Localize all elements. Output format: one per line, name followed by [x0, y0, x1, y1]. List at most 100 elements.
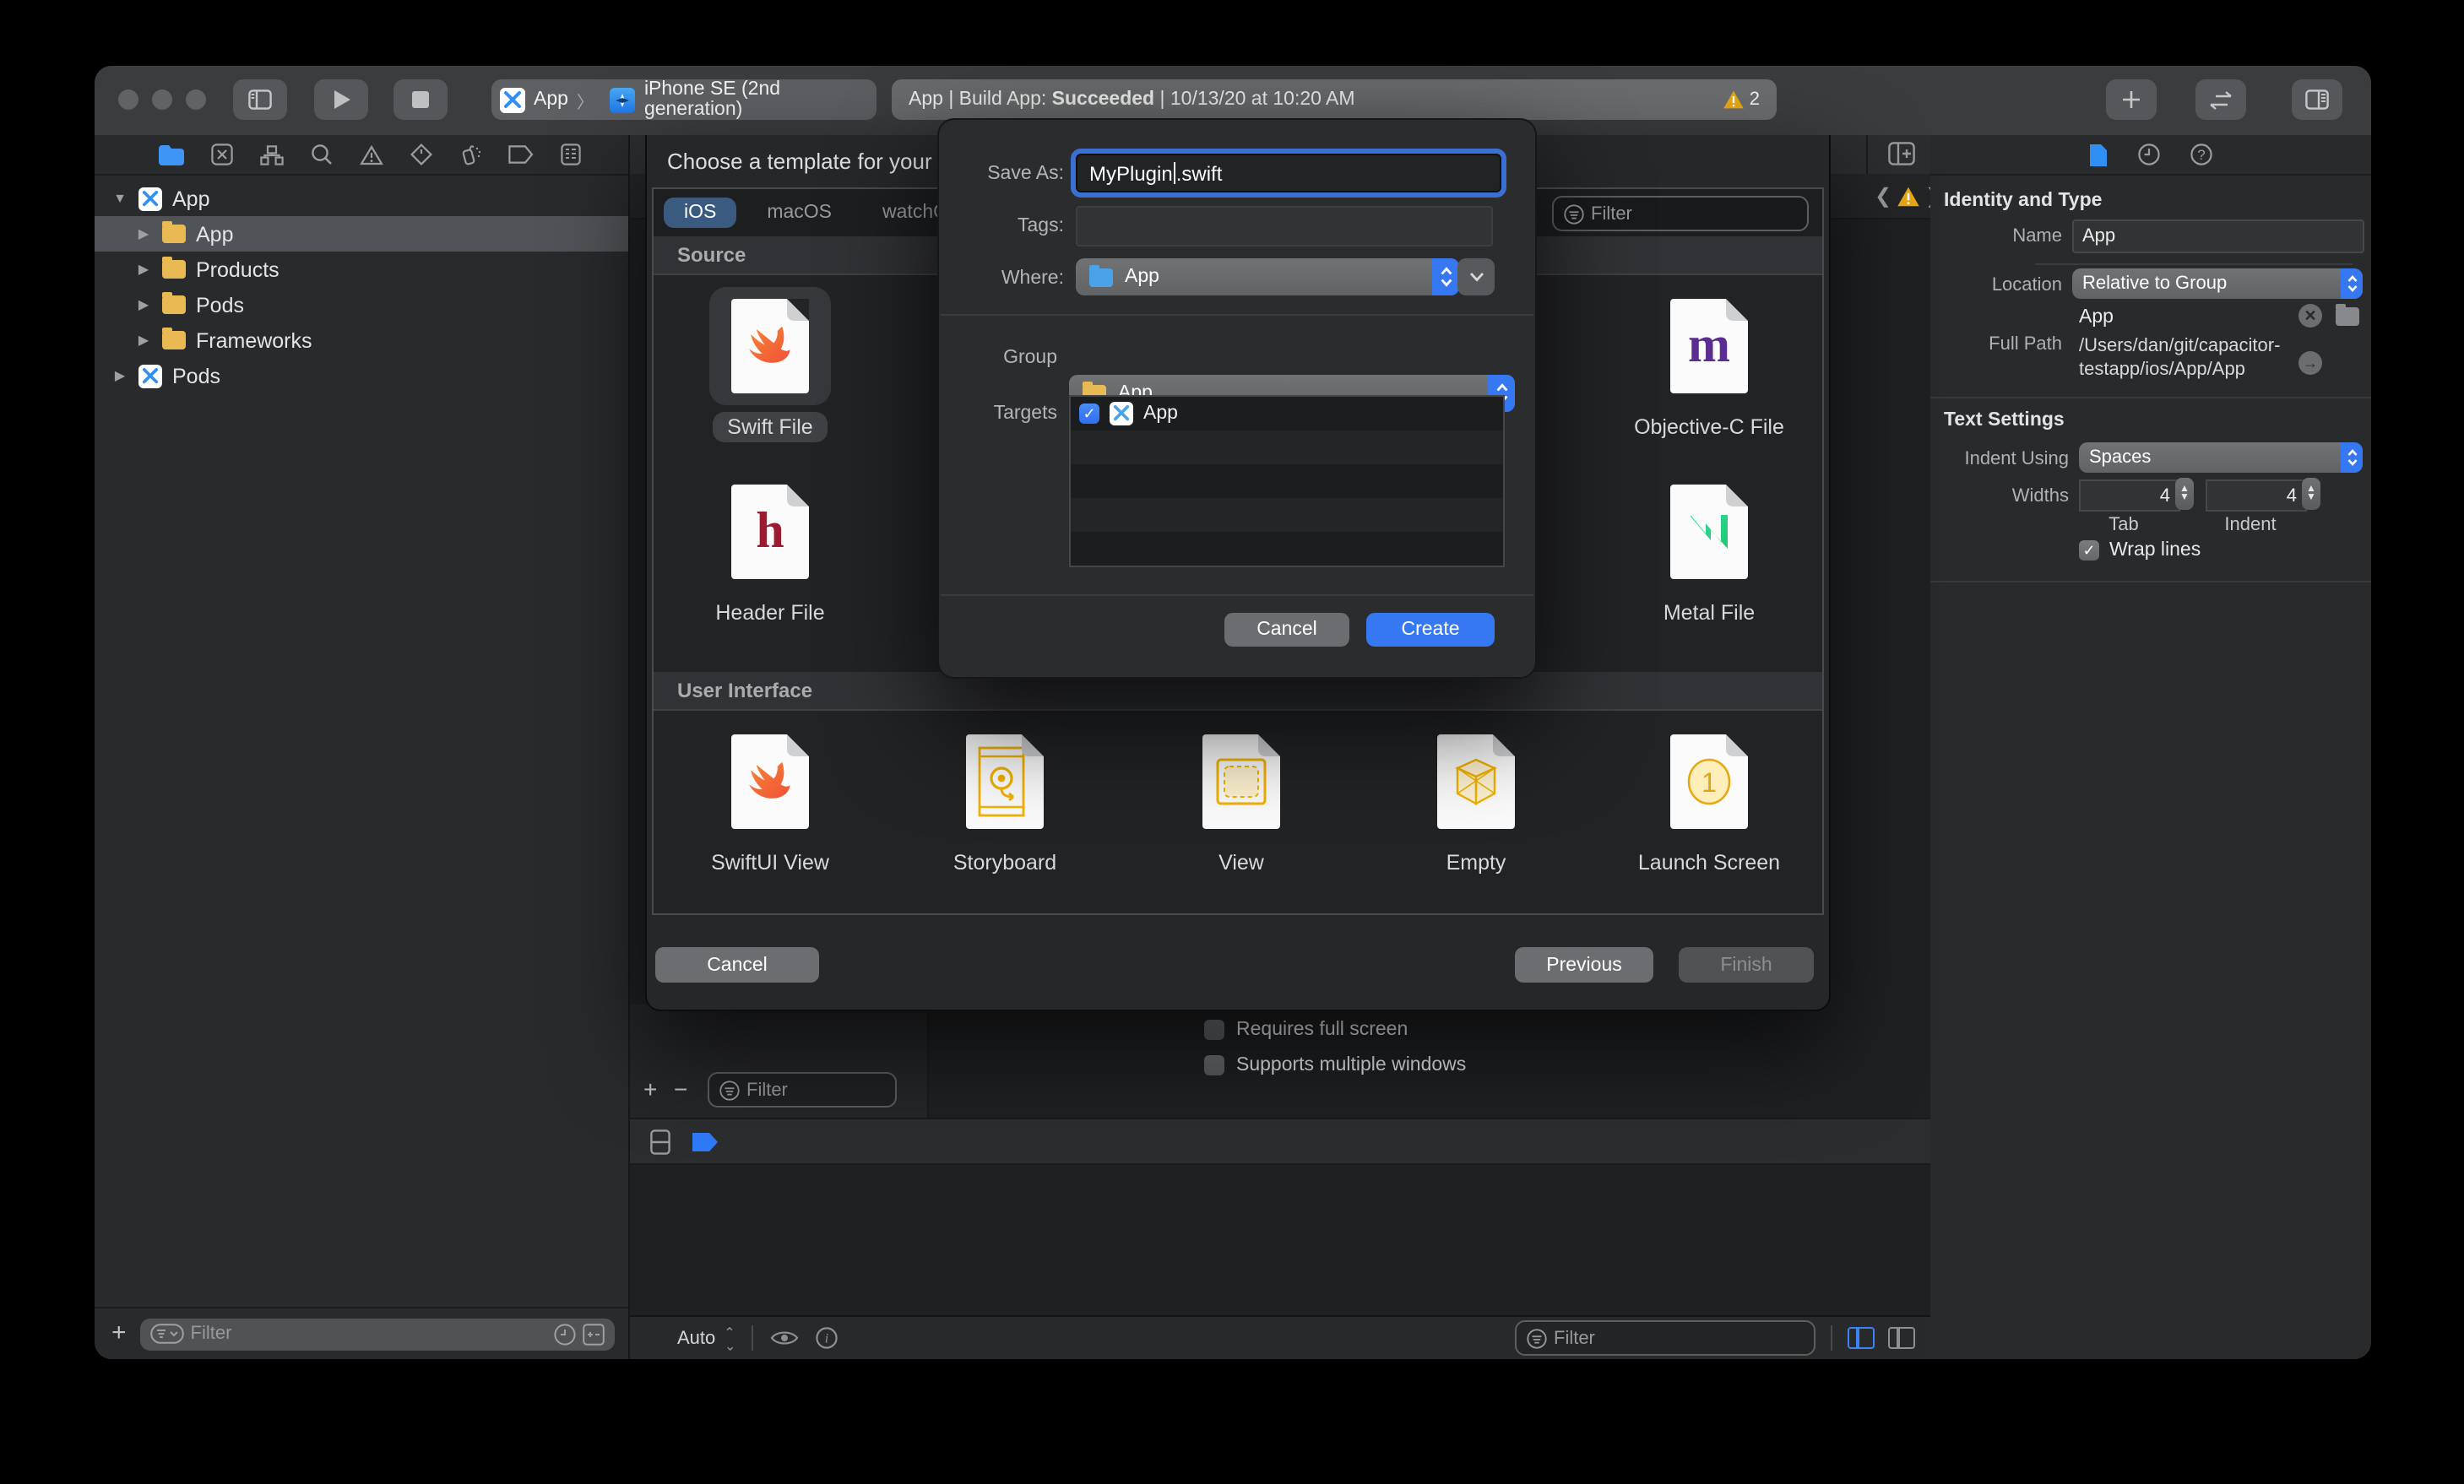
target-label: App: [1143, 403, 1178, 424]
report-navigator-icon[interactable]: [561, 144, 581, 165]
recent-files-icon[interactable]: [554, 1323, 576, 1345]
popup-chevrons-icon[interactable]: ⌃ ⌃: [724, 1325, 735, 1351]
navigator-row-project-app[interactable]: ▼ App: [95, 181, 628, 216]
template-empty[interactable]: Empty: [1366, 723, 1586, 878]
template-view[interactable]: View: [1132, 723, 1351, 878]
activity-view[interactable]: App | Build App: Succeeded | 10/13/20 at…: [892, 79, 1777, 120]
disclosure-triangle-icon[interactable]: ▼: [111, 191, 128, 206]
navigator-filter-field[interactable]: Filter: [139, 1318, 615, 1350]
disclosure-triangle-icon[interactable]: ▶: [135, 262, 152, 277]
show-console-button[interactable]: [1888, 1327, 1915, 1349]
navigator-row-products[interactable]: ▶ Products: [95, 252, 628, 287]
tab-width-stepper[interactable]: ▲ ▼: [2175, 478, 2194, 510]
project-navigator-icon[interactable]: [159, 144, 184, 165]
add-item-button[interactable]: +: [643, 1075, 657, 1102]
info-icon[interactable]: i: [816, 1327, 839, 1349]
target-row-app[interactable]: ✓ App: [1071, 397, 1503, 431]
source-control-status-icon[interactable]: [583, 1323, 605, 1345]
wrap-lines-checkbox[interactable]: ✓ Wrap lines: [2079, 540, 2201, 561]
choose-folder-icon[interactable]: [2336, 304, 2359, 326]
help-inspector-icon[interactable]: ?: [2190, 144, 2212, 165]
back-chevron-icon[interactable]: ❮: [1875, 184, 1891, 208]
test-navigator-icon[interactable]: [410, 144, 432, 165]
quick-look-eye-icon[interactable]: [771, 1329, 800, 1347]
open-path-arrow-icon[interactable]: →: [2298, 351, 2322, 375]
library-button[interactable]: [2106, 79, 2157, 120]
template-header-file[interactable]: h Header File: [660, 473, 880, 628]
template-label: Empty: [1446, 851, 1506, 875]
history-inspector-icon[interactable]: [2138, 144, 2160, 165]
source-control-navigator-icon[interactable]: [211, 144, 233, 165]
requires-full-screen-checkbox[interactable]: Requires full screen: [1204, 1020, 1408, 1040]
remove-item-button[interactable]: −: [674, 1075, 687, 1102]
template-objective-c-file[interactable]: m Objective-C File: [1599, 287, 1819, 442]
show-variables-view-button[interactable]: [1848, 1327, 1875, 1349]
scheme-selector[interactable]: App 〉 iPhone SE (2nd generation): [491, 79, 877, 120]
template-metal-file[interactable]: Metal File: [1599, 473, 1819, 628]
template-swiftui-view[interactable]: SwiftUI View: [660, 723, 880, 878]
dialog-create-button[interactable]: Create: [1366, 613, 1495, 647]
indent-width-stepper[interactable]: ▲ ▼: [2302, 478, 2320, 510]
popup-stepper-icon: [1432, 258, 1459, 295]
file-inspector-icon[interactable]: [2089, 143, 2108, 166]
add-file-button[interactable]: +: [111, 1318, 127, 1346]
xcode-project-icon: [500, 87, 525, 112]
symbol-navigator-icon[interactable]: [260, 144, 284, 165]
warning-badge[interactable]: 2: [1723, 89, 1760, 110]
console-filter-field[interactable]: Filter: [1515, 1320, 1815, 1356]
debug-navigator-icon[interactable]: [459, 144, 481, 165]
tab-macos[interactable]: macOS: [746, 198, 852, 228]
checkbox-checked-icon[interactable]: ✓: [1079, 403, 1099, 424]
divider: [927, 1005, 929, 1118]
indent-width-input[interactable]: 4: [2206, 479, 2307, 512]
variables-view-scope-popup[interactable]: Auto: [677, 1328, 715, 1348]
template-launch-screen[interactable]: 1 Launch Screen: [1599, 723, 1819, 878]
disclosure-triangle-icon[interactable]: ▶: [135, 297, 152, 312]
tab-ios[interactable]: iOS: [664, 198, 737, 228]
run-button[interactable]: [314, 79, 368, 120]
find-navigator-icon[interactable]: [311, 144, 333, 165]
sheet-finish-button[interactable]: Finish: [1679, 947, 1814, 983]
code-review-button[interactable]: [2195, 79, 2246, 120]
add-editor-icon[interactable]: [1888, 142, 1915, 165]
issue-navigator-icon[interactable]: [360, 144, 383, 165]
navigator-row-pods-project[interactable]: ▶ Pods: [95, 358, 628, 393]
device-icon[interactable]: [650, 1129, 670, 1154]
indent-width-caption: Indent: [2224, 515, 2277, 535]
save-as-input[interactable]: MyPlugin .swift: [1071, 149, 1506, 198]
breakpoint-tab-icon[interactable]: [691, 1130, 719, 1152]
jump-bar-warning-icon[interactable]: [1897, 186, 1920, 208]
minimize-window-button[interactable]: [152, 89, 172, 110]
name-input[interactable]: App: [2072, 219, 2364, 253]
zoom-window-button[interactable]: [186, 89, 206, 110]
toggle-navigator-button[interactable]: [233, 79, 287, 120]
navigator-row-pods-group[interactable]: ▶ Pods: [95, 287, 628, 322]
location-popup[interactable]: Relative to Group: [2072, 268, 2363, 299]
template-swift-file[interactable]: Swift File: [660, 287, 880, 442]
template-filter-field[interactable]: Filter: [1552, 196, 1809, 231]
indent-using-popup[interactable]: Spaces: [2079, 442, 2363, 473]
sheet-previous-button[interactable]: Previous: [1515, 947, 1653, 983]
tab-width-input[interactable]: 4: [2079, 479, 2180, 512]
template-storyboard[interactable]: Storyboard: [895, 723, 1115, 878]
navigator-tab-bar: [95, 135, 628, 176]
navigator-row-frameworks[interactable]: ▶ Frameworks: [95, 322, 628, 358]
where-popup[interactable]: App: [1076, 258, 1459, 295]
disclosure-triangle-icon[interactable]: ▶: [135, 333, 152, 348]
dialog-cancel-button[interactable]: Cancel: [1224, 613, 1349, 647]
target-row-empty: [1071, 498, 1503, 532]
supports-multiple-windows-checkbox[interactable]: Supports multiple windows: [1204, 1055, 1466, 1075]
disclosure-triangle-icon[interactable]: ▶: [135, 226, 152, 241]
toggle-inspector-button[interactable]: [2292, 79, 2342, 120]
disclosure-triangle-icon[interactable]: ▶: [111, 368, 128, 383]
close-window-button[interactable]: [118, 89, 138, 110]
breakpoint-navigator-icon[interactable]: [508, 145, 534, 164]
expand-dialog-button[interactable]: [1457, 258, 1495, 295]
widths-label: Widths: [2011, 486, 2069, 506]
subpanel-filter-field[interactable]: Filter: [708, 1072, 897, 1108]
stop-button[interactable]: [393, 79, 448, 120]
tags-input[interactable]: [1076, 206, 1493, 246]
sheet-cancel-button[interactable]: Cancel: [655, 947, 819, 983]
navigator-row-app-group[interactable]: ▶ App: [95, 216, 628, 252]
clear-location-icon[interactable]: ✕: [2298, 304, 2322, 328]
